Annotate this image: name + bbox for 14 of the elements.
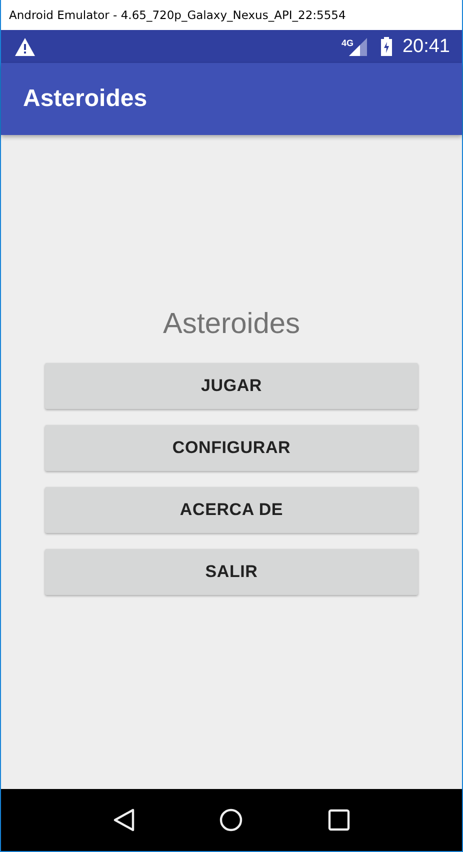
app-title: Asteroides bbox=[23, 85, 148, 113]
window-title: Android Emulator - 4.65_720p_Galaxy_Nexus_API_22:5554 bbox=[9, 8, 346, 22]
back-icon[interactable] bbox=[113, 808, 136, 832]
menu-button[interactable]: JUGAR bbox=[45, 363, 418, 409]
menu-button[interactable]: CONFIGURAR bbox=[45, 425, 418, 471]
heading: Asteroides bbox=[162, 308, 300, 341]
menu-button[interactable]: ACERCA DE bbox=[45, 487, 418, 533]
network-label: 4G bbox=[341, 38, 354, 48]
clock: 20:41 bbox=[402, 36, 450, 58]
overview-icon[interactable] bbox=[328, 809, 350, 831]
warning-icon bbox=[15, 38, 35, 56]
home-icon[interactable] bbox=[219, 808, 244, 832]
menu-button[interactable]: SALIR bbox=[45, 549, 418, 595]
battery-icon bbox=[381, 37, 392, 56]
